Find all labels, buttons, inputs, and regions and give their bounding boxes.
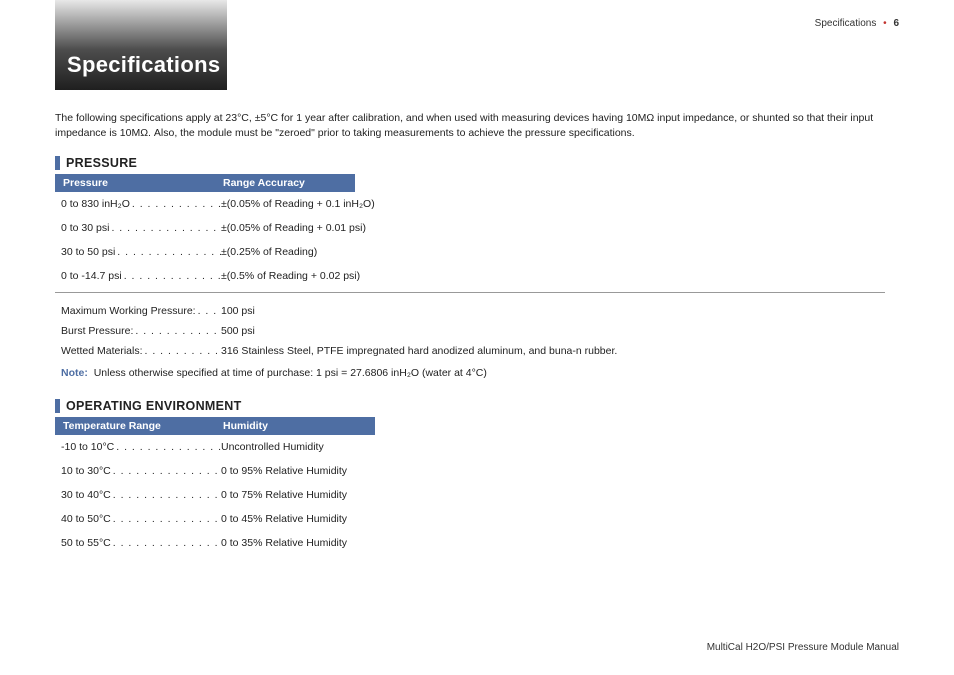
pressure-col-accuracy: Range Accuracy [223,177,305,189]
spec-row: Wetted Materials:316 Stainless Steel, PT… [55,341,885,361]
pressure-col-range: Pressure [63,177,223,189]
pressure-accuracy: ±(0.05% of Reading + 0.1 inH₂O) [221,198,375,210]
pressure-extras: Maximum Working Pressure:100 psiBurst Pr… [55,301,885,361]
page-number: 6 [893,18,899,29]
footer-text: MultiCal H2O/PSI Pressure Module Manual [707,642,899,653]
spec-value: 316 Stainless Steel, PTFE impregnated ha… [221,345,879,357]
table-row: 0 to 30 psi±(0.05% of Reading + 0.01 psi… [55,216,355,240]
env-temp: 40 to 50°C [61,513,221,525]
pressure-table: Pressure Range Accuracy 0 to 830 inH₂O±(… [55,174,355,288]
pressure-accuracy: ±(0.05% of Reading + 0.01 psi) [221,222,366,234]
env-table: Temperature Range Humidity -10 to 10°CUn… [55,417,375,555]
table-row: 40 to 50°C0 to 45% Relative Humidity [55,507,375,531]
header-breadcrumb: Specifications • 6 [815,18,899,29]
env-humidity: 0 to 45% Relative Humidity [221,513,369,525]
pressure-accuracy: ±(0.5% of Reading + 0.02 psi) [221,270,360,282]
pressure-note: Note: Unless otherwise specified at time… [55,361,897,379]
spec-row: Maximum Working Pressure:100 psi [55,301,885,321]
env-temp: 30 to 40°C [61,489,221,501]
pressure-range: 0 to 830 inH₂O [61,198,221,210]
title-banner: Specifications [55,0,227,90]
spec-value: 100 psi [221,305,879,317]
env-heading: OPERATING ENVIRONMENT [55,399,899,413]
table-row: -10 to 10°CUncontrolled Humidity [55,435,375,459]
pressure-range: 0 to -14.7 psi [61,270,221,282]
spec-key: Maximum Working Pressure: [61,305,221,317]
env-humidity: 0 to 35% Relative Humidity [221,537,369,549]
separator [55,292,885,293]
env-temp: 50 to 55°C [61,537,221,549]
table-row: 30 to 50 psi±(0.25% of Reading) [55,240,355,264]
pressure-heading: PRESSURE [55,156,899,170]
env-humidity: Uncontrolled Humidity [221,441,369,453]
breadcrumb-section: Specifications [815,18,877,29]
env-table-header: Temperature Range Humidity [55,417,375,435]
env-temp: 10 to 30°C [61,465,221,477]
env-col-humidity: Humidity [223,420,268,432]
pressure-table-header: Pressure Range Accuracy [55,174,355,192]
table-row: 10 to 30°C0 to 95% Relative Humidity [55,459,375,483]
note-body: Unless otherwise specified at time of pu… [94,367,487,379]
env-humidity: 0 to 95% Relative Humidity [221,465,369,477]
pressure-range: 0 to 30 psi [61,222,221,234]
env-humidity: 0 to 75% Relative Humidity [221,489,369,501]
page-title: Specifications [67,52,220,78]
page: Specifications • 6 Specifications The fo… [0,0,954,675]
spec-row: Burst Pressure:500 psi [55,321,885,341]
spec-key: Burst Pressure: [61,325,221,337]
table-row: 30 to 40°C0 to 75% Relative Humidity [55,483,375,507]
spec-key: Wetted Materials: [61,345,221,357]
spec-value: 500 psi [221,325,879,337]
table-row: 0 to -14.7 psi±(0.5% of Reading + 0.02 p… [55,264,355,288]
table-row: 50 to 55°C0 to 35% Relative Humidity [55,531,375,555]
env-temp: -10 to 10°C [61,441,221,453]
table-row: 0 to 830 inH₂O±(0.05% of Reading + 0.1 i… [55,192,355,216]
pressure-accuracy: ±(0.25% of Reading) [221,246,349,258]
env-col-temp: Temperature Range [63,420,223,432]
pressure-range: 30 to 50 psi [61,246,221,258]
bullet-icon: • [883,18,887,29]
intro-paragraph: The following specifications apply at 23… [55,111,899,143]
note-label: Note: [61,367,88,379]
